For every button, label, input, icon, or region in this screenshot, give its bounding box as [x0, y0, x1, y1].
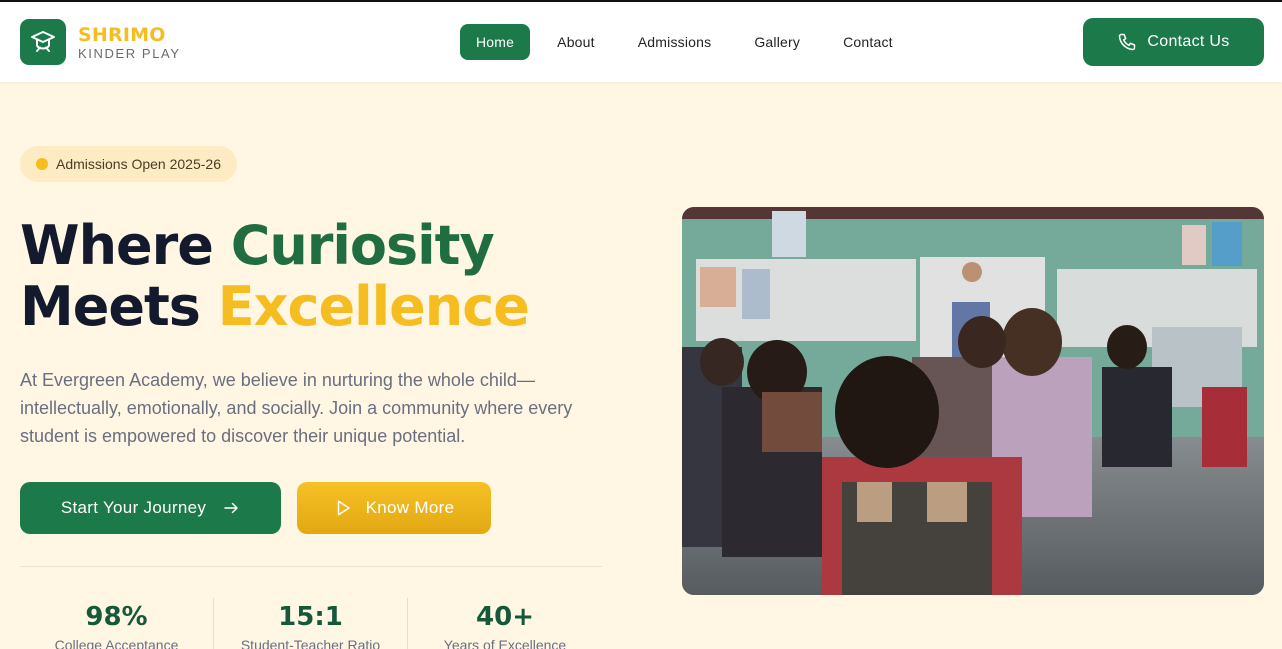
graduation-cap-icon	[31, 31, 55, 52]
stat-label: Student-Teacher Ratio	[240, 637, 381, 649]
stat-value: 98%	[85, 602, 148, 632]
stat-label: Years of Excellence	[443, 637, 567, 649]
phone-icon	[1119, 33, 1136, 51]
badge-dot-icon	[36, 158, 48, 170]
know-more-button[interactable]: Know More	[297, 482, 491, 534]
stat-value: 40+	[476, 602, 534, 632]
nav-item-admissions[interactable]: Admissions	[622, 24, 728, 60]
hero-title-part: Where	[20, 214, 231, 277]
stat-years-of-excellence: 40+ Years of Excellence	[408, 598, 602, 649]
contact-us-label: Contact Us	[1147, 33, 1230, 50]
nav-item-contact[interactable]: Contact	[827, 24, 909, 60]
brand-name: SHRIMO	[78, 24, 166, 46]
contact-us-button[interactable]: Contact Us	[1083, 18, 1264, 66]
start-journey-label: Start Your Journey	[60, 498, 207, 517]
logo[interactable]	[20, 19, 66, 65]
stat-value: 15:1	[278, 602, 343, 632]
brand[interactable]: SHRIMO KINDER PLAY	[78, 24, 181, 62]
know-more-label: Know More	[365, 498, 455, 517]
stat-college-acceptance: 98% College Acceptance	[20, 598, 214, 649]
stat-student-teacher-ratio: 15:1 Student-Teacher Ratio	[214, 598, 408, 649]
admissions-badge: Admissions Open 2025-26	[20, 146, 237, 182]
nav-item-gallery[interactable]: Gallery	[738, 24, 816, 60]
hero-title-highlight-curiosity: Curiosity	[230, 214, 495, 277]
site-header: SHRIMO KINDER PLAY Home About Admissions…	[0, 2, 1282, 82]
hero-title-highlight-excellence: Excellence	[217, 275, 530, 338]
start-journey-button[interactable]: Start Your Journey	[20, 482, 281, 534]
hero-title: Where Curiosity Meets Excellence	[20, 214, 530, 338]
classroom-photo	[682, 207, 1264, 595]
classroom-photo-illustration	[682, 207, 1264, 595]
nav-item-home[interactable]: Home	[460, 24, 531, 60]
stats-row: 98% College Acceptance 15:1 Student-Teac…	[20, 598, 602, 649]
arrow-right-icon	[224, 502, 238, 514]
hero-description: At Evergreen Academy, we believe in nurt…	[20, 370, 573, 446]
main-nav: Home About Admissions Gallery Contact	[460, 24, 920, 60]
play-icon	[337, 500, 350, 516]
hero-title-part: Meets	[20, 275, 218, 338]
badge-label: Admissions Open 2025-26	[56, 156, 221, 172]
brand-tagline: KINDER PLAY	[78, 46, 181, 61]
stat-label: College Acceptance	[54, 637, 179, 649]
nav-item-about[interactable]: About	[541, 24, 611, 60]
stats-divider	[20, 566, 602, 567]
